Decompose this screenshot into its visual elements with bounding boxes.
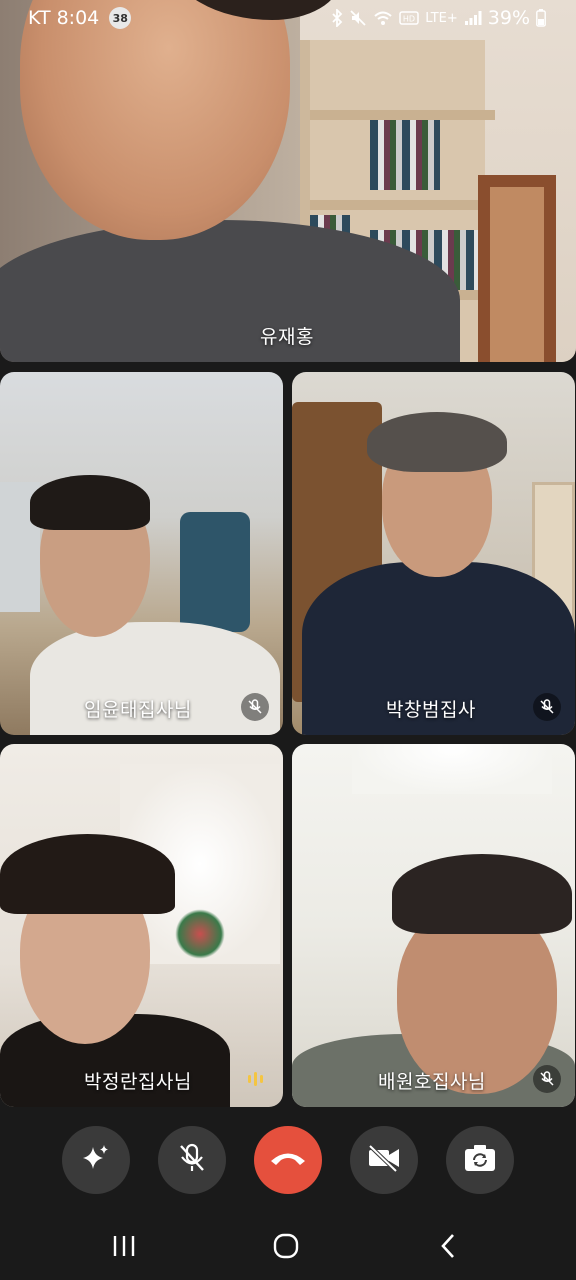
call-controls [0, 1106, 576, 1216]
clock: 8:04 [56, 7, 100, 29]
participant-hair [0, 834, 175, 914]
svg-text:HD: HD [403, 15, 415, 24]
participant-hair [30, 475, 150, 530]
recent-apps-icon [111, 1234, 137, 1262]
carrier-label: KT [28, 7, 51, 29]
paper-ornament [175, 909, 225, 959]
notification-count-badge: 38 [109, 7, 132, 29]
signal-icon [464, 10, 482, 26]
participant-tile[interactable]: 박창범집사 [292, 372, 575, 735]
mute-icon [349, 9, 367, 27]
sparkle-icon [79, 1141, 113, 1179]
camera-flip-icon [463, 1143, 497, 1177]
mic-off-icon [533, 693, 561, 721]
home-icon [272, 1232, 300, 1264]
recent-apps-button[interactable] [102, 1228, 146, 1268]
main-speaker-name: 유재홍 [260, 326, 314, 348]
back-button[interactable] [426, 1228, 470, 1268]
end-call-button[interactable] [254, 1126, 322, 1194]
bluetooth-icon [331, 9, 343, 27]
hanging-clothes [180, 512, 250, 632]
back-icon [438, 1233, 458, 1263]
participant-hair [392, 854, 572, 934]
mic-off-icon [176, 1142, 208, 1178]
ceiling-light [352, 744, 552, 794]
participant-tile[interactable]: 배원호집사님 [292, 744, 575, 1107]
network-type-label: LTE+ [425, 10, 458, 26]
status-bar: KT 8:04 38 HD LTE+ 39% [0, 0, 576, 36]
main-speaker-person [0, 0, 460, 362]
participant-tile[interactable]: 임윤태집사님 [0, 372, 283, 735]
wifi-icon [373, 10, 393, 26]
mic-off-icon [533, 1065, 561, 1093]
participant-name: 임윤태집사님 [84, 699, 192, 721]
flip-camera-button[interactable] [446, 1126, 514, 1194]
battery-icon [536, 9, 546, 27]
door [478, 175, 556, 362]
video-off-icon [366, 1143, 402, 1177]
effects-button[interactable] [62, 1126, 130, 1194]
participant-tile[interactable]: 박정란집사님 [0, 744, 283, 1107]
mic-off-icon [241, 693, 269, 721]
participant-hat [367, 412, 507, 472]
participant-name: 박창범집사 [386, 699, 476, 721]
main-speaker-video[interactable]: 유재홍 [0, 0, 576, 362]
hd-icon: HD [399, 10, 420, 26]
battery-percent: 39% [487, 7, 530, 29]
home-button[interactable] [264, 1228, 308, 1268]
participant-name: 배원호집사님 [378, 1071, 486, 1093]
end-call-icon [268, 1148, 308, 1172]
participant-name: 박정란집사님 [84, 1071, 192, 1093]
mute-mic-button[interactable] [158, 1126, 226, 1194]
speaking-indicator-icon [241, 1065, 269, 1093]
system-navigation-bar [0, 1216, 576, 1280]
camera-toggle-button[interactable] [350, 1126, 418, 1194]
